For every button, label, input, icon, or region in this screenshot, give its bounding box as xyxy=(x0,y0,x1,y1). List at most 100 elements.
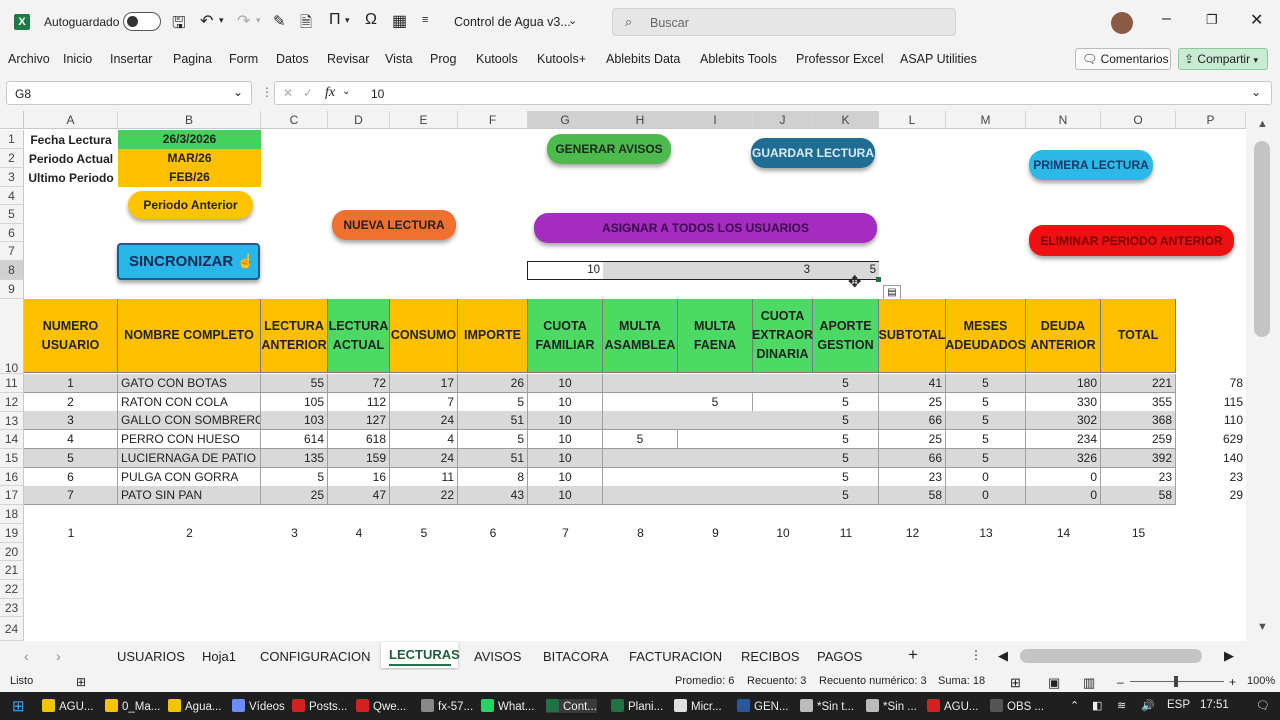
cell-imp[interactable]: 8 xyxy=(458,467,528,486)
cell-sub[interactable]: 58 xyxy=(879,486,946,505)
check-icon[interactable]: ✓ xyxy=(303,86,313,100)
scroll-thumb[interactable] xyxy=(1254,141,1270,337)
cell-act[interactable]: 16 xyxy=(328,467,390,486)
taskbar-item[interactable]: fx-57... xyxy=(421,699,473,713)
column-index-cell[interactable]: 3 xyxy=(261,524,328,542)
cell-act[interactable]: 72 xyxy=(328,374,390,392)
periodo-value[interactable]: MAR/26 xyxy=(118,149,261,168)
cell-p[interactable]: 78 xyxy=(1176,374,1246,392)
cell-nombre[interactable]: RATON CON COLA xyxy=(118,392,261,411)
taskbar-item[interactable]: Agua... xyxy=(168,699,221,713)
cell-total[interactable]: 58 xyxy=(1101,486,1176,505)
nueva-lectura-button[interactable]: NUEVA LECTURA xyxy=(332,210,456,240)
taskbar-item[interactable]: What... xyxy=(481,699,534,713)
cell-total[interactable]: 355 xyxy=(1101,392,1176,411)
cell-cons[interactable]: 24 xyxy=(390,411,458,430)
column-header-n[interactable]: N xyxy=(1026,111,1101,129)
column-header-p[interactable]: P xyxy=(1176,111,1246,129)
column-header-k[interactable]: K xyxy=(813,111,879,129)
cell-p[interactable]: 110 xyxy=(1176,411,1246,429)
cell-aporte[interactable]: 5 xyxy=(813,448,879,467)
cell-n[interactable]: 2 xyxy=(24,392,118,411)
column-index-cell[interactable]: 2 xyxy=(118,524,261,542)
undo-icon[interactable]: ↶ xyxy=(200,11,213,31)
cell-cons[interactable]: 24 xyxy=(390,448,458,467)
taskbar-item[interactable]: Cont... xyxy=(546,699,597,713)
cell-masam[interactable]: 5 xyxy=(603,430,678,449)
notifications-icon[interactable]: 🗨 xyxy=(1256,699,1270,712)
sheet-tab-lecturas[interactable]: LECTURAS xyxy=(381,642,460,668)
cell-p[interactable]: 23 xyxy=(1176,468,1246,486)
cell-nombre[interactable]: PATO SIN PAN xyxy=(118,486,261,505)
taskbar-item[interactable]: Vídeos xyxy=(232,699,285,713)
fecha-value[interactable]: 26/3/2026 xyxy=(118,130,261,149)
cell-total[interactable]: 259 xyxy=(1101,430,1176,449)
table-icon[interactable]: ▦ xyxy=(392,11,407,31)
fill-handle[interactable] xyxy=(876,277,881,282)
column-index-cell[interactable]: 12 xyxy=(879,524,946,542)
asignar-todos-button[interactable]: ASIGNAR A TODOS LOS USUARIOS xyxy=(534,213,877,243)
column-header-b[interactable]: B xyxy=(118,111,261,129)
cell-act[interactable]: 112 xyxy=(328,392,390,411)
add-sheet-icon[interactable]: + xyxy=(908,645,918,665)
row-header-24[interactable]: 24 xyxy=(0,617,24,641)
row-header-16[interactable]: 16 xyxy=(0,468,24,486)
row-header-15[interactable]: 15 xyxy=(0,449,24,468)
cell-sub[interactable]: 23 xyxy=(879,467,946,486)
row-header-3[interactable]: 3 xyxy=(0,168,24,187)
cell-cons[interactable]: 17 xyxy=(390,374,458,392)
column-index-cell[interactable]: 5 xyxy=(390,524,458,542)
volume-icon[interactable]: 🔊 xyxy=(1141,699,1155,712)
sheet-tab-configuracion[interactable]: CONFIGURACION xyxy=(260,649,371,664)
cell-ant[interactable]: 25 xyxy=(261,486,328,505)
chevron-down-icon[interactable]: ▾ xyxy=(219,15,224,26)
cell-act[interactable]: 47 xyxy=(328,486,390,505)
cell-nombre[interactable]: LUCIERNAGA DE PATIO xyxy=(118,448,261,467)
column-index-cell[interactable]: 15 xyxy=(1101,524,1176,542)
cell-mfaena[interactable]: 5 xyxy=(678,392,753,411)
column-index-cell[interactable]: 7 xyxy=(528,524,603,542)
scroll-right-icon[interactable]: ▶ xyxy=(1224,648,1234,664)
menu-item[interactable]: Archivo xyxy=(8,52,50,66)
sheet-tab-hoja1[interactable]: Hoja1 xyxy=(202,649,236,664)
omega-icon[interactable]: Ω xyxy=(365,11,377,29)
row-header-4[interactable]: 4 xyxy=(0,187,24,205)
cell-imp[interactable]: 51 xyxy=(458,448,528,467)
cell-ant[interactable]: 5 xyxy=(261,467,328,486)
cell-ant[interactable]: 135 xyxy=(261,448,328,467)
cell-ant[interactable]: 55 xyxy=(261,374,328,392)
close-icon[interactable]: ✕ xyxy=(1250,10,1263,30)
cell-meses[interactable]: 0 xyxy=(946,467,1026,486)
cell-cons[interactable]: 11 xyxy=(390,467,458,486)
row-header-18[interactable]: 18 xyxy=(0,505,24,524)
cell-cuota[interactable]: 10 xyxy=(528,448,603,467)
select-all-corner[interactable] xyxy=(0,111,24,129)
taskbar-item[interactable]: OBS ... xyxy=(990,699,1044,713)
cell-n[interactable]: 5 xyxy=(24,448,118,467)
cell-nombre[interactable]: GATO CON BOTAS xyxy=(118,374,261,392)
column-header-d[interactable]: D xyxy=(328,111,390,129)
cell-aporte[interactable]: 5 xyxy=(813,374,879,392)
form-icon[interactable]: ✎ xyxy=(273,12,286,30)
column-index-cell[interactable]: 9 xyxy=(678,524,753,542)
menu-item[interactable]: Vista xyxy=(385,52,413,66)
cell-p[interactable]: 115 xyxy=(1176,393,1246,411)
pi-icon[interactable]: Π xyxy=(329,11,341,29)
menu-item[interactable]: Prog xyxy=(430,52,456,66)
zoom-level[interactable]: 100% xyxy=(1247,675,1275,687)
cell-nombre[interactable]: GALLO CON SOMBRERO xyxy=(118,411,261,430)
menu-item[interactable]: Kutools+ xyxy=(537,52,586,66)
cancel-icon[interactable]: ✕ xyxy=(283,86,293,100)
chevron-down-icon[interactable]: ⌄ xyxy=(568,14,577,27)
sheet-tab-usuarios[interactable]: USUARIOS xyxy=(117,649,185,664)
cell-meses[interactable]: 5 xyxy=(946,411,1026,430)
cell-nombre[interactable]: PERRO CON HUESO xyxy=(118,430,261,449)
function-icon[interactable]: fx xyxy=(325,85,335,101)
sheet-tab-recibos[interactable]: RECIBOS xyxy=(741,649,800,664)
cell-p[interactable]: 140 xyxy=(1176,449,1246,467)
network-icon[interactable]: ◧ xyxy=(1092,699,1102,712)
page-layout-icon[interactable]: ▣ xyxy=(1048,675,1060,691)
column-header-h[interactable]: H xyxy=(603,111,678,129)
column-header-c[interactable]: C xyxy=(261,111,328,129)
cell-sub[interactable]: 66 xyxy=(879,448,946,467)
